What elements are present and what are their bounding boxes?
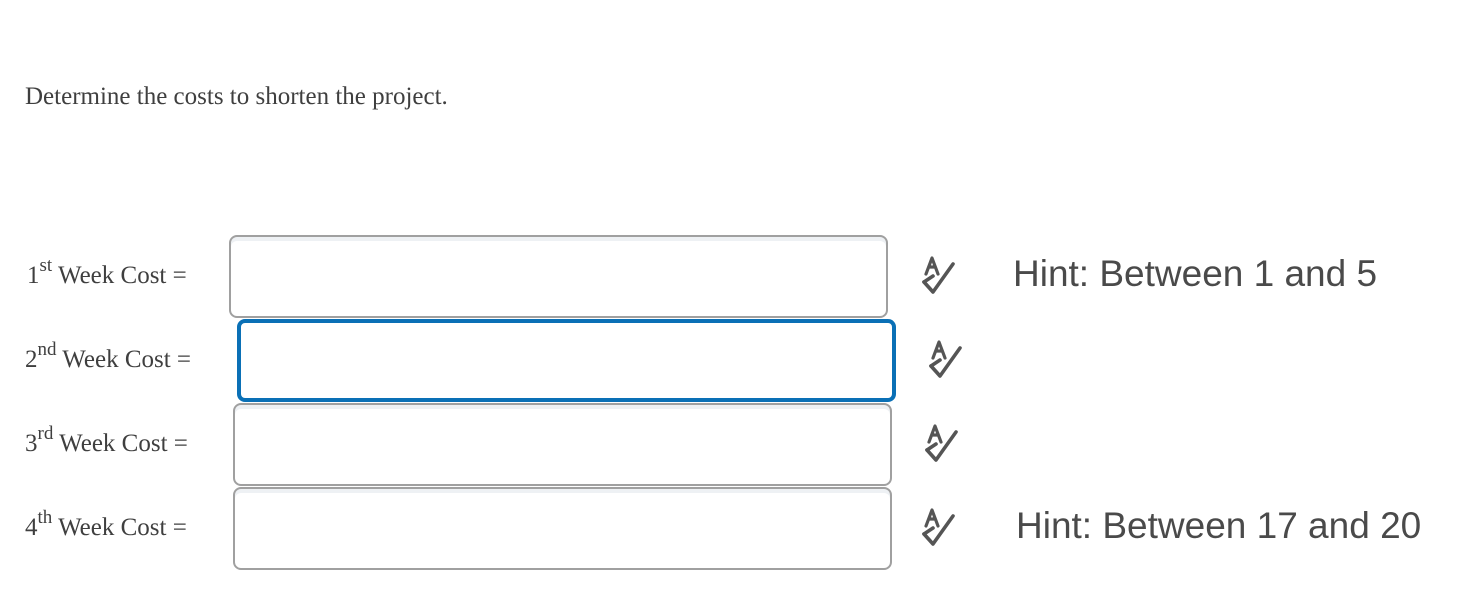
spellcheck-icon[interactable] (928, 339, 966, 381)
week-3-cost-input[interactable] (233, 403, 892, 486)
question-instruction: Determine the costs to shorten the proje… (25, 83, 448, 110)
week-3-cost-label: 3rd Week Cost = (25, 422, 188, 457)
spellcheck-icon[interactable] (924, 423, 962, 465)
week-4-cost-input[interactable] (233, 487, 892, 570)
week-2-cost-label: 2nd Week Cost = (25, 338, 192, 373)
spellcheck-icon[interactable] (921, 507, 959, 549)
spellcheck-icon[interactable] (921, 255, 959, 297)
week-2-cost-input[interactable] (237, 319, 896, 402)
week-1-cost-input[interactable] (229, 235, 888, 318)
week-1-hint: Hint: Between 1 and 5 (1013, 253, 1378, 294)
week-1-cost-label: 1st Week Cost = (27, 254, 187, 289)
week-4-hint: Hint: Between 17 and 20 (1016, 505, 1422, 546)
week-4-cost-label: 4th Week Cost = (25, 506, 187, 541)
